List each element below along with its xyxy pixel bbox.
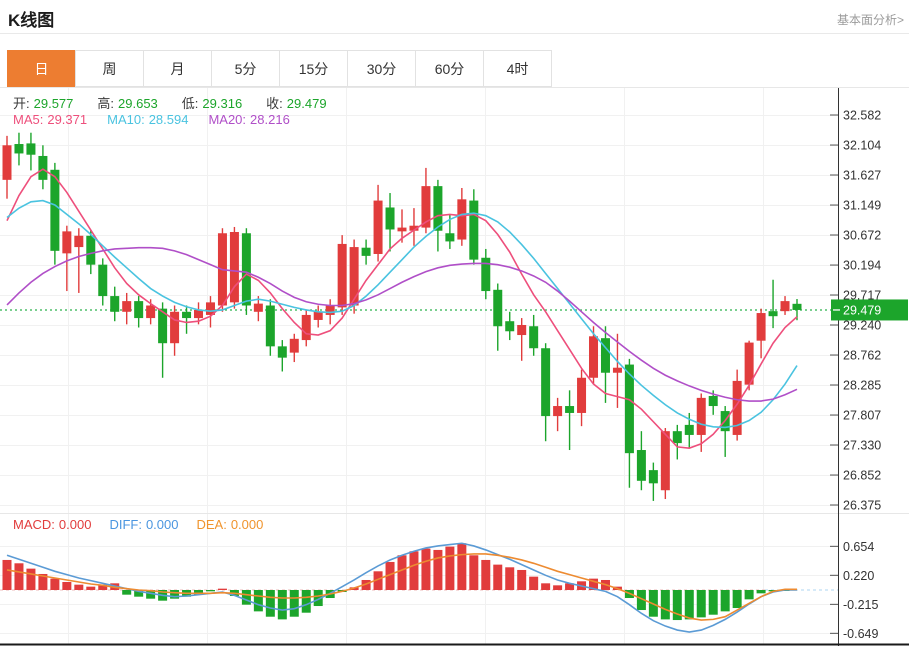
legend-item: MA5:29.371 — [13, 112, 87, 127]
svg-text:28.762: 28.762 — [843, 349, 881, 363]
svg-text:26.852: 26.852 — [843, 469, 881, 483]
macd-legend: MACD:0.000 DIFF:0.000 DEA:0.000 — [13, 517, 263, 532]
tab-日[interactable]: 日 — [7, 50, 76, 87]
svg-text:29.240: 29.240 — [843, 318, 881, 332]
page-title: K线图 — [8, 6, 54, 31]
svg-text:31.149: 31.149 — [843, 199, 881, 213]
macd-y-axis: 0.654 0.220 -0.215 -0.649 — [830, 513, 878, 646]
legend-item: DIFF:0.000 — [109, 517, 178, 532]
svg-text:29.479: 29.479 — [843, 303, 881, 317]
legend-item: MA10:28.594 — [107, 112, 188, 127]
ma-legend: MA5:29.371 MA10:28.594 MA20:28.216 — [13, 112, 290, 127]
svg-text:-0.215: -0.215 — [843, 598, 878, 612]
main-grid — [0, 88, 838, 513]
legend-item: 开:29.577 — [13, 93, 73, 112]
tab-4时[interactable]: 4时 — [483, 50, 552, 87]
svg-text:27.330: 27.330 — [843, 438, 881, 452]
svg-text:30.672: 30.672 — [843, 229, 881, 243]
main-candlestick-chart[interactable]: 32.58232.10431.62731.14930.67230.19429.7… — [0, 88, 909, 513]
svg-text:27.807: 27.807 — [843, 409, 881, 423]
legend-item: DEA:0.000 — [196, 517, 263, 532]
tab-15分[interactable]: 15分 — [279, 50, 348, 87]
legend-item: MACD:0.000 — [13, 517, 91, 532]
svg-text:28.285: 28.285 — [843, 378, 881, 392]
tab-60分[interactable]: 60分 — [415, 50, 484, 87]
ohlc-legend: 开:29.577 高:29.653 低:29.316 收:29.479 — [13, 93, 327, 112]
svg-text:0.220: 0.220 — [843, 569, 874, 583]
top-header: K线图 基本面分析> — [0, 0, 909, 34]
interval-tabs: 日周月5分15分30分60分4时 — [8, 50, 552, 87]
svg-text:30.194: 30.194 — [843, 259, 881, 273]
legend-item: 收:29.479 — [266, 93, 326, 112]
macd-chart[interactable]: 0.654 0.220 -0.215 -0.649 — [0, 513, 909, 646]
legend-item: MA20:28.216 — [208, 112, 289, 127]
legend-item: 高:29.653 — [97, 93, 157, 112]
macd-histogram — [3, 543, 790, 620]
ma20-line — [7, 248, 797, 401]
svg-text:31.627: 31.627 — [843, 169, 881, 183]
tab-30分[interactable]: 30分 — [347, 50, 416, 87]
tab-5分[interactable]: 5分 — [211, 50, 280, 87]
current-price-tag: 29.479 — [831, 299, 908, 320]
svg-text:32.582: 32.582 — [843, 109, 881, 123]
tab-月[interactable]: 月 — [143, 50, 212, 87]
fundamental-analysis-link[interactable]: 基本面分析> — [837, 11, 904, 28]
svg-text:32.104: 32.104 — [843, 139, 881, 153]
svg-text:26.375: 26.375 — [843, 499, 881, 513]
macd-grid — [0, 514, 909, 645]
tab-周[interactable]: 周 — [75, 50, 144, 87]
svg-text:0.654: 0.654 — [843, 540, 874, 554]
svg-text:-0.649: -0.649 — [843, 627, 878, 641]
legend-item: 低:29.316 — [182, 93, 242, 112]
